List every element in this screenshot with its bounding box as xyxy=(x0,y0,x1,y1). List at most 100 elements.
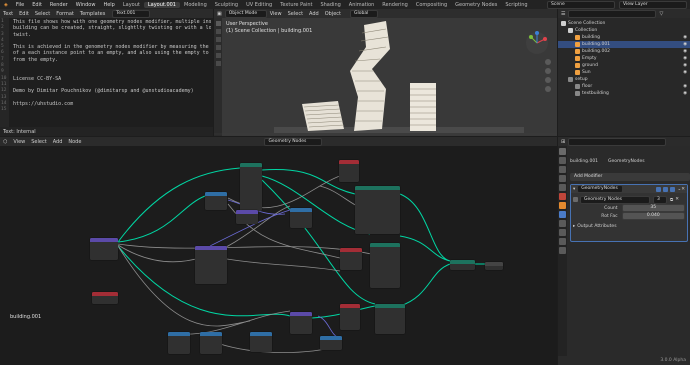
camera-view-icon[interactable] xyxy=(545,77,551,83)
menu-render[interactable]: Render xyxy=(46,2,72,8)
workspace-tab-rendering[interactable]: Rendering xyxy=(378,2,412,8)
add-modifier-button[interactable]: Add Modifier xyxy=(570,173,690,181)
node-menu-select[interactable]: Select xyxy=(28,139,49,145)
unlink-icon[interactable]: ✕ xyxy=(675,197,679,202)
workspace-tab-layout[interactable]: Layout xyxy=(119,2,144,8)
scene-tab-icon[interactable] xyxy=(559,184,566,191)
text-menu-templates[interactable]: Templates xyxy=(77,11,108,17)
outliner-item[interactable]: Collection xyxy=(558,27,690,34)
outliner-item[interactable]: Scene Collection xyxy=(558,20,690,27)
field-value-rot-fac[interactable]: 0.040 xyxy=(621,212,685,220)
visibility-toggle-icon[interactable]: ◉ xyxy=(683,84,687,89)
properties-search[interactable] xyxy=(568,137,667,146)
workspace-tab-shading[interactable]: Shading xyxy=(316,2,344,8)
outliner-item[interactable]: building ◉ xyxy=(558,34,690,41)
graph-node[interactable] xyxy=(340,248,362,270)
graph-node[interactable] xyxy=(90,238,118,260)
modifier-close-icon[interactable]: ✕ xyxy=(681,187,685,192)
graph-node[interactable] xyxy=(355,186,400,234)
text-menu-format[interactable]: Format xyxy=(53,11,77,17)
workspace-tab-layout-001[interactable]: Layout.001 xyxy=(143,1,180,8)
fake-user-icon[interactable]: ⧉ xyxy=(670,197,673,203)
outliner-item[interactable]: Sun ◉ xyxy=(558,69,690,76)
blender-logo-icon[interactable]: ◈ xyxy=(0,2,12,8)
graph-node[interactable] xyxy=(320,336,342,350)
menu-window[interactable]: Window xyxy=(72,2,100,8)
visibility-toggle-icon[interactable]: ◉ xyxy=(683,49,687,54)
data-tab-icon[interactable] xyxy=(559,247,566,254)
node-menu-view[interactable]: View xyxy=(10,139,28,145)
output-tab-icon[interactable] xyxy=(559,166,566,173)
scene-selector[interactable]: Scene xyxy=(547,0,615,9)
menu-help[interactable]: Help xyxy=(99,2,118,8)
workspace-tab-sculpting[interactable]: Sculpting xyxy=(211,2,242,8)
outliner-search[interactable] xyxy=(568,9,657,18)
particles-tab-icon[interactable] xyxy=(559,220,566,227)
graph-node[interactable] xyxy=(375,304,405,334)
text-menu-select[interactable]: Select xyxy=(32,11,53,17)
3d-viewport[interactable]: ▣ Object Mode View Select Add Object Glo… xyxy=(214,9,557,136)
output-attributes-expand-icon[interactable]: ▸ xyxy=(573,224,575,229)
pan-icon[interactable] xyxy=(545,68,551,74)
graph-node[interactable] xyxy=(195,246,227,284)
workspace-tab-animation[interactable]: Animation xyxy=(345,2,379,8)
graph-node[interactable] xyxy=(290,312,312,334)
menu-edit[interactable]: Edit xyxy=(28,2,46,8)
output-attributes-label[interactable]: Output Attributes xyxy=(577,224,616,229)
world-tab-icon[interactable] xyxy=(559,193,566,200)
workspace-tab-modeling[interactable]: Modeling xyxy=(180,2,211,8)
node-menu-node[interactable]: Node xyxy=(65,139,84,145)
visibility-toggle-icon[interactable]: ◉ xyxy=(683,91,687,96)
visibility-toggle-icon[interactable]: ◉ xyxy=(683,70,687,75)
graph-node[interactable] xyxy=(485,262,503,270)
edit-mode-toggle-icon[interactable] xyxy=(656,186,662,192)
outliner-item[interactable]: building.001 ◉ xyxy=(558,41,690,48)
outliner-item[interactable]: building.002 ◉ xyxy=(558,48,690,55)
workspace-tab-geometry-nodes[interactable]: Geometry Nodes xyxy=(451,2,501,8)
view-layer-tab-icon[interactable] xyxy=(559,175,566,182)
visibility-toggle-icon[interactable]: ◉ xyxy=(683,42,687,47)
node-group-users[interactable]: 3 xyxy=(653,195,667,204)
outliner-display-icon[interactable]: ☰ xyxy=(558,11,568,17)
graph-node[interactable] xyxy=(200,332,222,354)
workspace-tab-uv-editing[interactable]: UV Editing xyxy=(242,2,276,8)
render-tab-icon[interactable] xyxy=(559,157,566,164)
graph-node[interactable] xyxy=(168,332,190,354)
text-body[interactable]: This file shows how with one geometry no… xyxy=(13,19,211,134)
graph-node[interactable] xyxy=(205,192,227,210)
filter-icon[interactable]: ▽ xyxy=(656,11,666,17)
view-layer-selector[interactable]: View Layer xyxy=(619,0,687,9)
graph-node[interactable] xyxy=(236,210,258,224)
graph-node[interactable] xyxy=(290,208,312,228)
text-menu-edit[interactable]: Edit xyxy=(16,11,32,17)
node-tree-selector[interactable]: Geometry Nodes xyxy=(264,137,323,146)
properties-type-icon[interactable]: ⊞ xyxy=(558,139,568,145)
workspace-tab-scripting[interactable]: Scripting xyxy=(501,2,531,8)
tool-tab-icon[interactable] xyxy=(559,148,566,155)
node-menu-add[interactable]: Add xyxy=(50,139,66,145)
graph-node[interactable] xyxy=(370,243,400,288)
modifier-name-field[interactable]: GeometryNodes xyxy=(577,185,624,193)
menu-file[interactable]: File xyxy=(12,2,28,8)
zoom-icon[interactable] xyxy=(545,59,551,65)
outliner-item[interactable]: textbuilding ◉ xyxy=(558,90,690,97)
workspace-tab-texture-paint[interactable]: Texture Paint xyxy=(276,2,316,8)
node-editor[interactable]: ⬡ View Select Add Node Geometry Nodes bu… xyxy=(0,137,557,365)
graph-node[interactable] xyxy=(450,260,475,270)
render-toggle-icon[interactable] xyxy=(670,186,676,192)
workspace-tab-compositing[interactable]: Compositing xyxy=(412,2,451,8)
outliner-item[interactable]: setup xyxy=(558,76,690,83)
graph-node[interactable] xyxy=(240,163,262,211)
text-menu-text[interactable]: Text xyxy=(0,11,16,17)
graph-node[interactable] xyxy=(340,304,360,330)
outliner-item[interactable]: Empty ◉ xyxy=(558,55,690,62)
collapse-icon[interactable]: ▾ xyxy=(573,187,575,192)
text-datablock-name[interactable]: Text.001 xyxy=(112,9,151,18)
object-tab-icon[interactable] xyxy=(559,202,566,209)
physics-tab-icon[interactable] xyxy=(559,229,566,236)
constraints-tab-icon[interactable] xyxy=(559,238,566,245)
modifier-tab-icon[interactable] xyxy=(559,211,566,218)
graph-node[interactable] xyxy=(92,292,118,304)
perspective-toggle-icon[interactable] xyxy=(545,86,551,92)
visibility-toggle-icon[interactable]: ◉ xyxy=(683,63,687,68)
